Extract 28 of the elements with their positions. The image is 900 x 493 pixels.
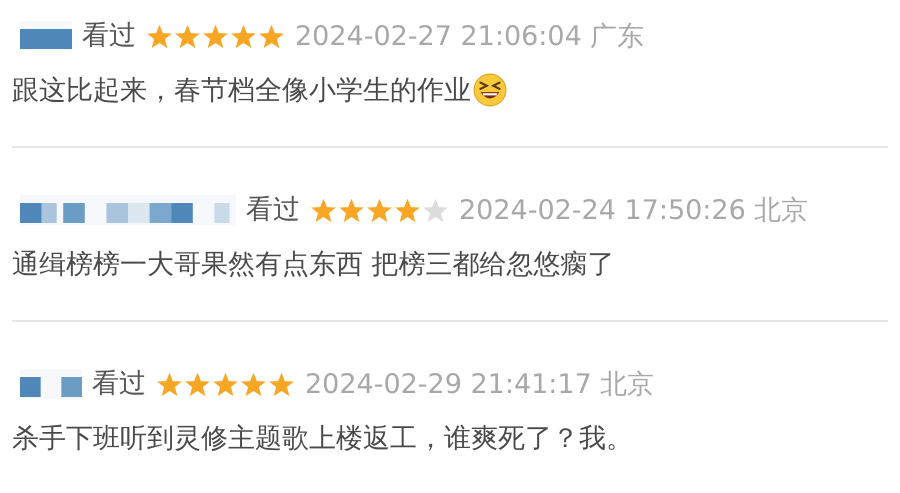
comment-time: 2024-02-24 17:50:26 xyxy=(459,194,746,226)
star-icon xyxy=(230,22,257,50)
star-icon xyxy=(174,22,201,50)
comment-text: 通缉榜榜一大哥果然有点东西 把榜三都给忽悠瘸了 xyxy=(12,248,615,282)
comment-text: 跟这比起来，春节档全像小学生的作业 xyxy=(12,74,471,108)
star-icon xyxy=(212,370,239,398)
star-icon xyxy=(268,370,295,398)
star-icon xyxy=(156,370,183,398)
comment-text: 杀手下班听到灵修主题歌上楼返工，谁爽死了？我。 xyxy=(12,422,633,456)
comment-location: 广东 xyxy=(590,20,644,54)
star-icon xyxy=(338,196,365,224)
star-icon xyxy=(184,370,211,398)
empty-star-icon xyxy=(422,196,449,224)
star-icon xyxy=(146,22,173,50)
comment-time: 2024-02-27 21:06:04 xyxy=(295,20,582,52)
laughing-emoji-icon xyxy=(473,73,507,107)
watch-status: 看过 xyxy=(82,19,136,53)
star-icon xyxy=(394,196,421,224)
star-icon xyxy=(202,22,229,50)
comment-location: 北京 xyxy=(754,194,808,228)
comment-time: 2024-02-29 21:41:17 xyxy=(305,368,592,400)
star-icon xyxy=(258,22,285,50)
watch-status: 看过 xyxy=(92,367,146,401)
star-icon xyxy=(240,370,267,398)
star-icon xyxy=(310,196,337,224)
star-icon xyxy=(366,196,393,224)
comment-location: 北京 xyxy=(600,368,654,402)
watch-status: 看过 xyxy=(246,193,300,227)
